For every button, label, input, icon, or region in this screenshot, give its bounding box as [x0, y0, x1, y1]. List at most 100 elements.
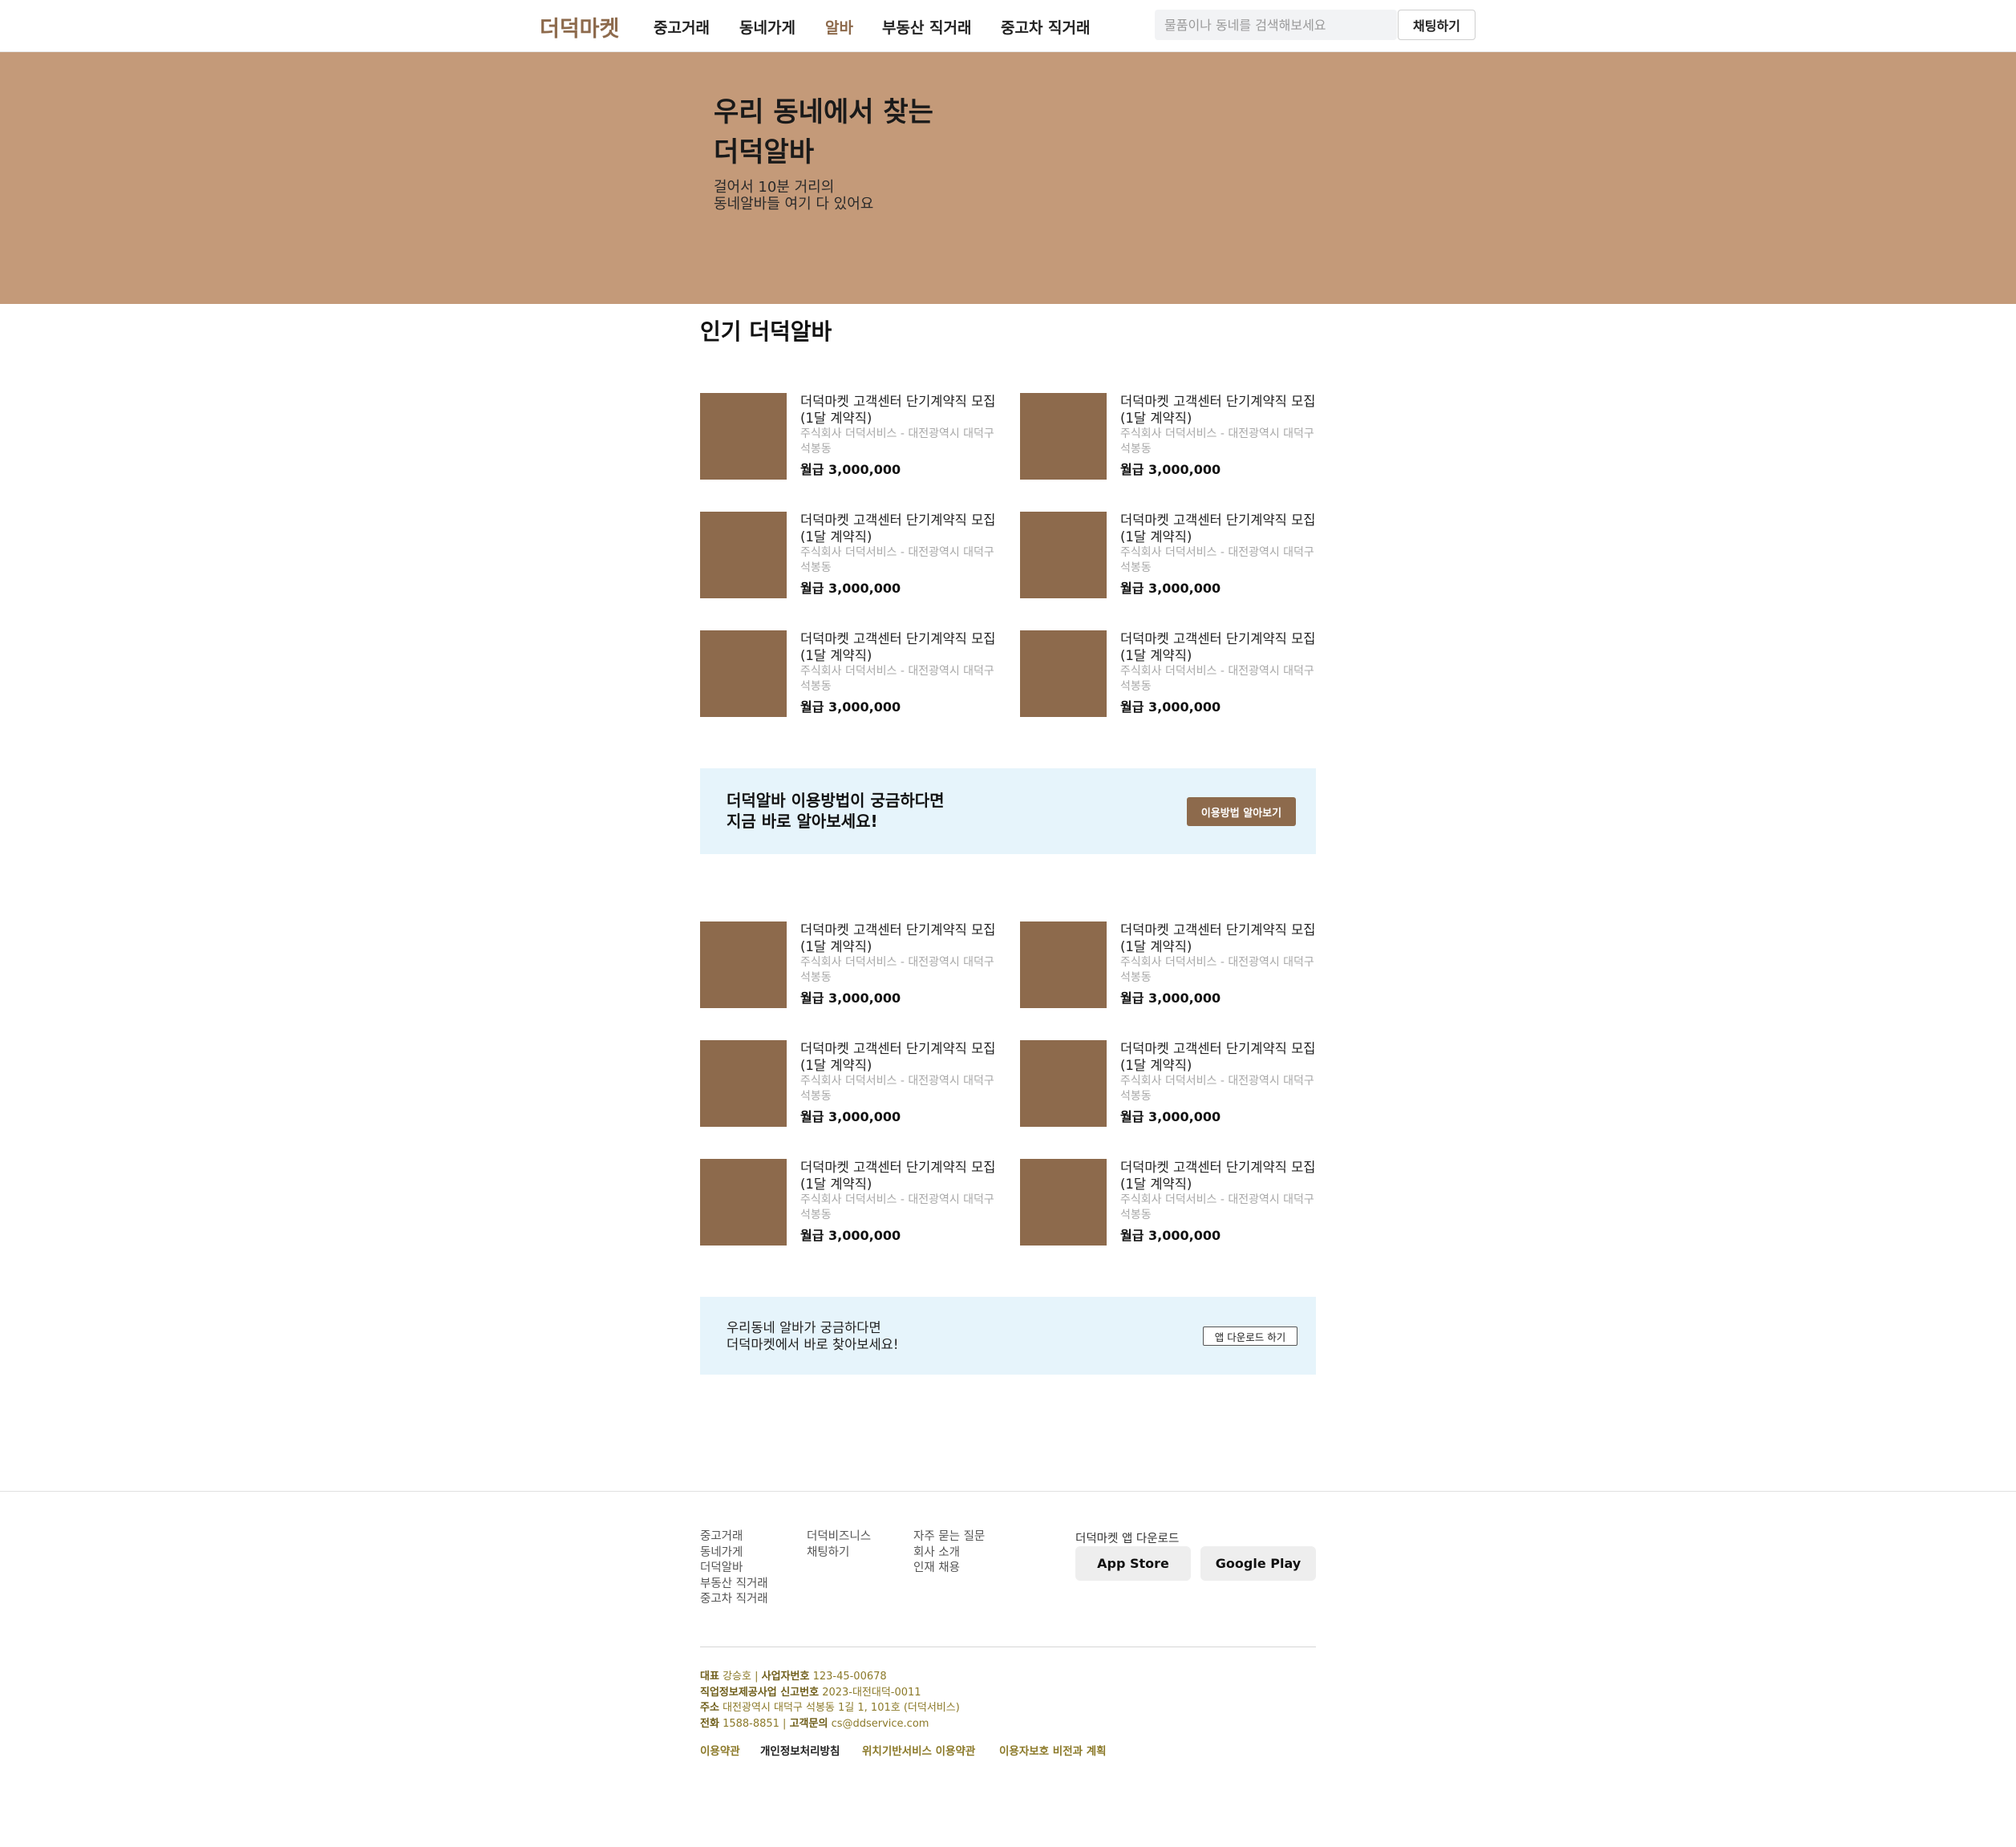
job-title[interactable]: 더덕마켓 고객센터 단기계약직 모집(1달 계약직) — [1120, 630, 1325, 664]
logo[interactable]: 더덕마켓 — [540, 11, 619, 43]
company-info-line3: 주소 대전광역시 대덕구 석봉동 1길 1, 101호 (더덕서비스) — [700, 1700, 960, 1716]
job-thumbnail[interactable] — [700, 512, 787, 598]
job-info-label: 직업정보제공사업 신고번호 — [700, 1686, 820, 1699]
guide-banner-line2: 지금 바로 알아보세요! — [727, 812, 878, 831]
job-pay: 월급 3,000,000 — [800, 581, 901, 596]
app-store-button[interactable]: App Store — [1075, 1546, 1191, 1581]
nav-used-trade[interactable]: 중고거래 — [654, 16, 710, 38]
job-card[interactable]: 더덕마켓 고객센터 단기계약직 모집(1달 계약직) 주식회사 더덕서비스 - 대… — [1020, 630, 1325, 717]
footer-col-services: 중고거래 동네가게 더덕알바 부동산 직거래 중고차 직거래 — [700, 1529, 768, 1608]
job-pay: 월급 3,000,000 — [800, 1228, 901, 1243]
job-thumbnail[interactable] — [700, 921, 787, 1008]
policy-privacy[interactable]: 개인정보처리방침 — [760, 1742, 840, 1758]
app-download-banner: 우리동네 알바가 궁금하다면 더덕마켓에서 바로 찾아보세요! 앱 다운로드 하… — [700, 1297, 1316, 1375]
job-thumbnail[interactable] — [1020, 1040, 1107, 1127]
footer-link-used-car[interactable]: 중고차 직거래 — [700, 1592, 768, 1608]
nav-used-car[interactable]: 중고차 직거래 — [1001, 16, 1091, 38]
google-play-button[interactable]: Google Play — [1200, 1546, 1316, 1581]
search-input[interactable] — [1155, 10, 1397, 40]
footer-link-careers[interactable]: 인재 채용 — [913, 1561, 985, 1577]
hero-title-line1: 우리 동네에서 찾는 — [714, 96, 933, 128]
chat-button[interactable]: 채팅하기 — [1398, 10, 1476, 40]
job-title[interactable]: 더덕마켓 고객센터 단기계약직 모집(1달 계약직) — [800, 630, 1005, 664]
ceo-name: 강승호 — [723, 1671, 751, 1683]
job-card[interactable]: 더덕마켓 고객센터 단기계약직 모집(1달 계약직) 주식회사 더덕서비스 - 대… — [700, 630, 1005, 717]
app-download-title: 더덕마켓 앱 다운로드 — [1075, 1533, 1180, 1545]
cs-email[interactable]: cs@ddservice.com — [832, 1718, 929, 1730]
job-title[interactable]: 더덕마켓 고객센터 단기계약직 모집(1달 계약직) — [1120, 921, 1325, 955]
job-card[interactable]: 더덕마켓 고객센터 단기계약직 모집(1달 계약직) 주식회사 더덕서비스 - 대… — [1020, 393, 1325, 480]
job-title[interactable]: 더덕마켓 고객센터 단기계약직 모집(1달 계약직) — [800, 921, 1005, 955]
footer-link-business[interactable]: 더덕비즈니스 — [807, 1529, 871, 1545]
nav-real-estate[interactable]: 부동산 직거래 — [882, 16, 972, 38]
job-company-location: 주식회사 더덕서비스 - 대전광역시 대덕구 석봉동 — [1120, 665, 1314, 693]
job-title[interactable]: 더덕마켓 고객센터 단기계약직 모집(1달 계약직) — [1120, 1159, 1325, 1193]
company-info-line1: 대표 강승호 | 사업자번호 123-45-00678 — [700, 1671, 887, 1683]
job-card[interactable]: 더덕마켓 고객센터 단기계약직 모집(1달 계약직) 주식회사 더덕서비스 - 대… — [700, 1159, 1005, 1246]
guide-banner-text: 더덕알바 이용방법이 궁금하다면 지금 바로 알아보세요! — [727, 790, 945, 832]
footer-link-local-store[interactable]: 동네가게 — [700, 1545, 768, 1561]
biz-number-label: 사업자번호 — [761, 1671, 810, 1683]
job-title[interactable]: 더덕마켓 고객센터 단기계약직 모집(1달 계약직) — [1120, 512, 1325, 545]
footer-link-used-trade[interactable]: 중고거래 — [700, 1529, 768, 1545]
job-info-number: 2023-대전대덕-0011 — [822, 1686, 921, 1699]
hero-title: 우리 동네에서 찾는 더덕알바 — [714, 92, 933, 172]
job-thumbnail[interactable] — [700, 393, 787, 480]
biz-number: 123-45-00678 — [812, 1671, 887, 1683]
guide-button[interactable]: 이용방법 알아보기 — [1187, 797, 1296, 826]
job-thumbnail[interactable] — [700, 1040, 787, 1127]
job-thumbnail[interactable] — [1020, 393, 1107, 480]
footer-link-part-time[interactable]: 더덕알바 — [700, 1561, 768, 1577]
job-title[interactable]: 더덕마켓 고객센터 단기계약직 모집(1달 계약직) — [800, 1040, 1005, 1074]
policy-location-terms[interactable]: 위치기반서비스 이용약관 — [862, 1742, 975, 1758]
app-banner-line2: 더덕마켓에서 바로 찾아보세요! — [727, 1337, 899, 1352]
app-banner-line1: 우리동네 알바가 궁금하다면 — [727, 1320, 881, 1335]
job-pay: 월급 3,000,000 — [800, 699, 901, 715]
job-company-location: 주식회사 더덕서비스 - 대전광역시 대덕구 석봉동 — [1120, 546, 1314, 574]
job-thumbnail[interactable] — [1020, 1159, 1107, 1246]
job-card[interactable]: 더덕마켓 고객센터 단기계약직 모집(1달 계약직) 주식회사 더덕서비스 - 대… — [1020, 512, 1325, 598]
top-header: 더덕마켓 중고거래 동네가게 알바 부동산 직거래 중고차 직거래 채팅하기 — [0, 0, 2016, 52]
job-title[interactable]: 더덕마켓 고객센터 단기계약직 모집(1달 계약직) — [1120, 393, 1325, 427]
job-company-location: 주식회사 더덕서비스 - 대전광역시 대덕구 석봉동 — [1120, 1075, 1314, 1103]
hero-title-line2: 더덕알바 — [714, 136, 815, 168]
job-thumbnail[interactable] — [1020, 512, 1107, 598]
job-card[interactable]: 더덕마켓 고객센터 단기계약직 모집(1달 계약직) 주식회사 더덕서비스 - 대… — [1020, 1159, 1325, 1246]
job-thumbnail[interactable] — [1020, 921, 1107, 1008]
job-pay: 월급 3,000,000 — [1120, 1228, 1221, 1243]
job-card[interactable]: 더덕마켓 고객센터 단기계약직 모집(1달 계약직) 주식회사 더덕서비스 - 대… — [700, 512, 1005, 598]
phone-number: 1588-8851 — [723, 1717, 779, 1730]
job-company-location: 주식회사 더덕서비스 - 대전광역시 대덕구 석봉동 — [800, 546, 994, 574]
job-pay: 월급 3,000,000 — [1120, 1109, 1221, 1124]
job-card[interactable]: 더덕마켓 고객센터 단기계약직 모집(1달 계약직) 주식회사 더덕서비스 - 대… — [700, 1040, 1005, 1127]
address-label: 주소 — [700, 1702, 719, 1714]
job-title[interactable]: 더덕마켓 고객센터 단기계약직 모집(1달 계약직) — [800, 393, 1005, 427]
app-download-button[interactable]: 앱 다운로드 하기 — [1203, 1327, 1297, 1346]
company-info-line4: 전화 1588-8851 | 고객문의 cs@ddservice.com — [700, 1717, 929, 1730]
job-pay: 월급 3,000,000 — [1120, 462, 1221, 477]
job-company-location: 주식회사 더덕서비스 - 대전광역시 대덕구 석봉동 — [1120, 956, 1314, 984]
footer-link-faq[interactable]: 자주 묻는 질문 — [913, 1529, 985, 1545]
job-title[interactable]: 더덕마켓 고객센터 단기계약직 모집(1달 계약직) — [800, 1159, 1005, 1193]
job-title[interactable]: 더덕마켓 고객센터 단기계약직 모집(1달 계약직) — [800, 512, 1005, 545]
footer-link-chat[interactable]: 채팅하기 — [807, 1545, 871, 1561]
footer-link-about[interactable]: 회사 소개 — [913, 1545, 985, 1561]
job-thumbnail[interactable] — [700, 1159, 787, 1246]
job-card[interactable]: 더덕마켓 고객센터 단기계약직 모집(1달 계약직) 주식회사 더덕서비스 - 대… — [700, 921, 1005, 1008]
nav-part-time[interactable]: 알바 — [825, 16, 853, 38]
job-company-location: 주식회사 더덕서비스 - 대전광역시 대덕구 석봉동 — [800, 1193, 994, 1221]
job-thumbnail[interactable] — [1020, 630, 1107, 717]
section-title: 인기 더덕알바 — [700, 318, 832, 345]
policy-terms[interactable]: 이용약관 — [700, 1742, 740, 1758]
job-title[interactable]: 더덕마켓 고객센터 단기계약직 모집(1달 계약직) — [1120, 1040, 1325, 1074]
footer-link-real-estate[interactable]: 부동산 직거래 — [700, 1577, 768, 1593]
job-card[interactable]: 더덕마켓 고객센터 단기계약직 모집(1달 계약직) 주식회사 더덕서비스 - 대… — [1020, 1040, 1325, 1127]
job-pay: 월급 3,000,000 — [1120, 699, 1221, 715]
nav-local-store[interactable]: 동네가게 — [739, 16, 795, 38]
policy-user-protection[interactable]: 이용자보호 비전과 계획 — [999, 1742, 1107, 1758]
job-pay: 월급 3,000,000 — [800, 462, 901, 477]
job-thumbnail[interactable] — [700, 630, 787, 717]
job-card[interactable]: 더덕마켓 고객센터 단기계약직 모집(1달 계약직) 주식회사 더덕서비스 - 대… — [700, 393, 1005, 480]
job-card[interactable]: 더덕마켓 고객센터 단기계약직 모집(1달 계약직) 주식회사 더덕서비스 - 대… — [1020, 921, 1325, 1008]
job-company-location: 주식회사 더덕서비스 - 대전광역시 대덕구 석봉동 — [800, 956, 994, 984]
